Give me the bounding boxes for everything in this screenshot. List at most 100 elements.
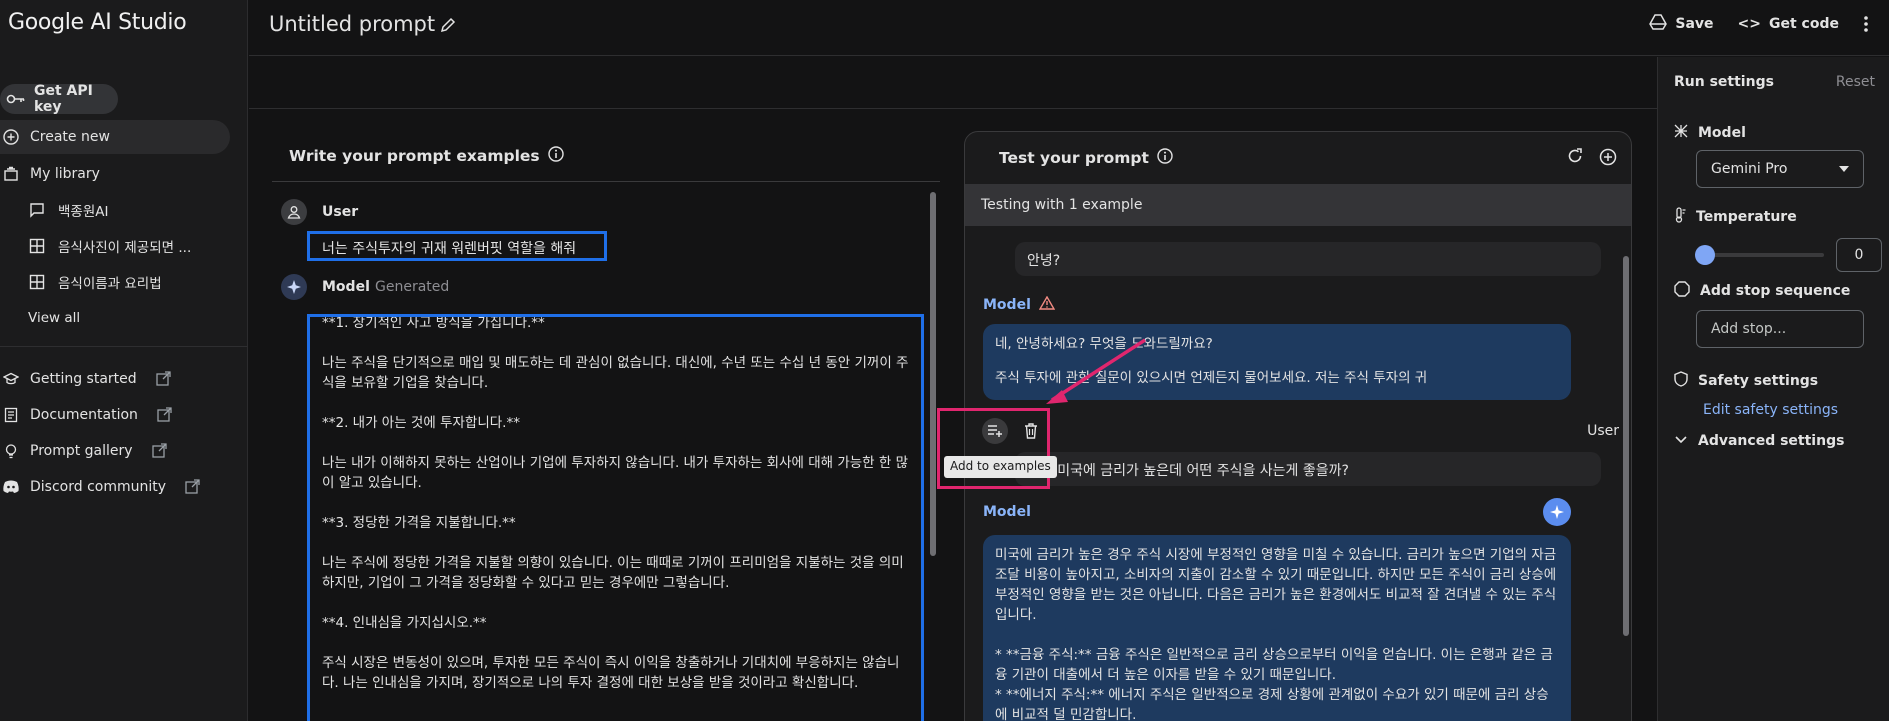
model-tag: Model — [983, 295, 1056, 314]
get-code-button[interactable]: <> Get code — [1738, 16, 1839, 32]
pencil-icon[interactable] — [439, 16, 457, 34]
advanced-settings-toggle[interactable]: Advanced settings — [1674, 433, 1844, 449]
thermometer-icon — [1674, 207, 1686, 227]
get-api-key-button[interactable]: Get API key — [0, 83, 118, 115]
library-item-label: 음식사진이 제공되면 ... — [58, 240, 192, 256]
write-examples-title: Write your prompt examples — [289, 147, 540, 165]
temperature-slider-thumb[interactable] — [1695, 245, 1715, 265]
add-to-examples-button[interactable] — [982, 418, 1008, 444]
write-divider — [272, 181, 940, 182]
model-paragraph: **2. 내가 아는 것에 투자합니다.** — [322, 415, 520, 431]
model-paragraph: 주식 시장은 변동성이 있으며, 투자한 모든 주식이 즉시 이익을 창출하거나… — [322, 655, 900, 691]
model-reply-line: * **에너지 주식:** 에너지 주식은 일반적으로 경제 상황에 관계없이 … — [995, 687, 1549, 721]
run-settings-panel: Run settings Reset Model Gemini Pro Temp… — [1657, 57, 1889, 721]
model-tag-label: Model — [983, 504, 1031, 520]
safety-settings-text: Safety settings — [1698, 373, 1819, 389]
discord-icon — [0, 476, 22, 498]
model-setting-label: Model — [1674, 124, 1746, 142]
test-prompt-panel: Test your prompt Testing with 1 example … — [964, 131, 1632, 721]
library-item-structured-2[interactable]: 음식이름과 요리법 — [28, 267, 162, 297]
model-avatar-icon — [281, 274, 307, 300]
document-icon — [0, 404, 22, 426]
reset-button[interactable]: Reset — [1836, 74, 1875, 90]
test-actions — [1567, 148, 1617, 170]
advanced-settings-text: Advanced settings — [1698, 433, 1845, 449]
top-actions: Save <> Get code — [1649, 14, 1869, 34]
refresh-icon[interactable] — [1567, 148, 1583, 170]
prompt-gallery-link[interactable]: Prompt gallery — [0, 434, 167, 468]
key-icon — [6, 93, 26, 105]
test-scrollbar[interactable] — [1623, 256, 1629, 636]
get-code-label: Get code — [1769, 16, 1839, 32]
app-root: Google AI Studio Get API key Create new … — [0, 0, 1889, 721]
gemini-sparkle-icon — [1543, 498, 1571, 526]
discord-community-link[interactable]: Discord community — [0, 470, 200, 504]
model-reply-line: * **금융 주식:** 금융 주식은 일반적으로 금리 상승으로부터 이익을 … — [995, 647, 1553, 683]
user-example-input[interactable]: 너는 주식투자의 귀재 워렌버핏 역할을 해줘 — [307, 231, 607, 261]
stop-sequence-label: Add stop sequence — [1674, 281, 1850, 301]
stop-sequence-input[interactable]: Add stop... — [1696, 310, 1864, 348]
model-reply-line: 미국에 금리가 높은 경우 주식 시장에 부정적인 영향을 미칠 수 있습니다.… — [995, 547, 1557, 623]
annotation-arrow-icon — [1046, 338, 1146, 404]
getting-started-label: Getting started — [30, 371, 137, 387]
my-library-link[interactable]: My library — [0, 157, 100, 191]
user-message: 안녕? — [1015, 242, 1601, 276]
getting-started-link[interactable]: Getting started — [0, 362, 171, 396]
message-hover-actions — [982, 418, 1044, 444]
warning-icon — [1038, 295, 1056, 314]
model-tag-label: Model — [983, 297, 1031, 313]
generated-label: Generated — [375, 279, 450, 295]
model-tag: Model — [983, 504, 1031, 520]
brand-logo: Google AI Studio — [8, 10, 187, 35]
user-avatar-icon — [281, 199, 307, 225]
info-icon[interactable] — [1157, 148, 1173, 168]
model-paragraph: 나는 주식에 정당한 가격을 지불할 의향이 있습니다. 이는 때때로 기꺼이 … — [322, 555, 904, 591]
open-external-icon — [151, 443, 167, 459]
add-circle-icon — [0, 126, 22, 148]
library-item-chat[interactable]: 백종원AI — [28, 195, 108, 225]
temperature-slider-track[interactable] — [1698, 253, 1824, 257]
write-examples-heading: Write your prompt examples — [289, 146, 564, 166]
drive-icon — [1649, 14, 1668, 34]
documentation-label: Documentation — [30, 407, 138, 423]
save-button[interactable]: Save — [1649, 14, 1714, 34]
model-select[interactable]: Gemini Pro — [1696, 150, 1864, 188]
info-icon[interactable] — [547, 146, 564, 166]
model-icon — [1674, 124, 1688, 142]
library-item-label: 백종원AI — [58, 204, 109, 220]
chevron-down-icon — [1839, 166, 1849, 172]
test-prompt-heading: Test your prompt — [999, 148, 1173, 168]
model-paragraph: **1. 장기적인 사고 방식을 가집니다.** — [322, 315, 545, 331]
code-icon: <> — [1737, 16, 1761, 32]
graduation-cap-icon — [0, 368, 22, 390]
create-new-button[interactable]: Create new — [0, 120, 230, 154]
get-api-key-label: Get API key — [34, 83, 93, 115]
octagon-icon — [1674, 281, 1690, 301]
examples-scrollbar[interactable] — [930, 192, 936, 556]
edit-safety-settings-link[interactable]: Edit safety settings — [1703, 402, 1838, 418]
more-options-icon[interactable] — [1863, 15, 1869, 33]
shield-icon — [1674, 371, 1688, 391]
left-sidebar: Google AI Studio Get API key Create new … — [0, 0, 248, 721]
add-circle-icon[interactable] — [1599, 148, 1617, 170]
save-label: Save — [1675, 16, 1714, 32]
open-external-icon — [155, 371, 171, 387]
model-example-textarea[interactable]: **1. 장기적인 사고 방식을 가집니다.** 나는 주식을 단기적으로 매입… — [307, 314, 924, 721]
documentation-link[interactable]: Documentation — [0, 398, 172, 432]
temperature-value-input[interactable]: 0 — [1836, 238, 1882, 272]
testing-with-bar: Testing with 1 example — [965, 184, 1631, 226]
library-item-structured-1[interactable]: 음식사진이 제공되면 ... — [28, 231, 191, 261]
model-reply: 미국에 금리가 높은 경우 주식 시장에 부정적인 영향을 미칠 수 있습니다.… — [983, 535, 1571, 721]
library-icon — [0, 163, 22, 185]
delete-icon[interactable] — [1018, 418, 1044, 444]
prompt-title[interactable]: Untitled prompt — [269, 12, 435, 36]
view-all-link[interactable]: View all — [28, 303, 80, 333]
add-to-examples-tooltip: Add to examples — [944, 456, 1057, 478]
user-role-label: User — [322, 204, 359, 220]
model-role-label: Model — [322, 279, 370, 295]
model-paragraph: **3. 정당한 가격을 지불합니다.** — [322, 515, 516, 531]
model-paragraph: 나는 내가 이해하지 못하는 산업이나 기업에 투자하지 않습니다. 내가 투자… — [322, 455, 909, 491]
open-external-icon — [156, 407, 172, 423]
sidebar-divider — [0, 346, 248, 347]
temperature-text: Temperature — [1696, 209, 1797, 225]
